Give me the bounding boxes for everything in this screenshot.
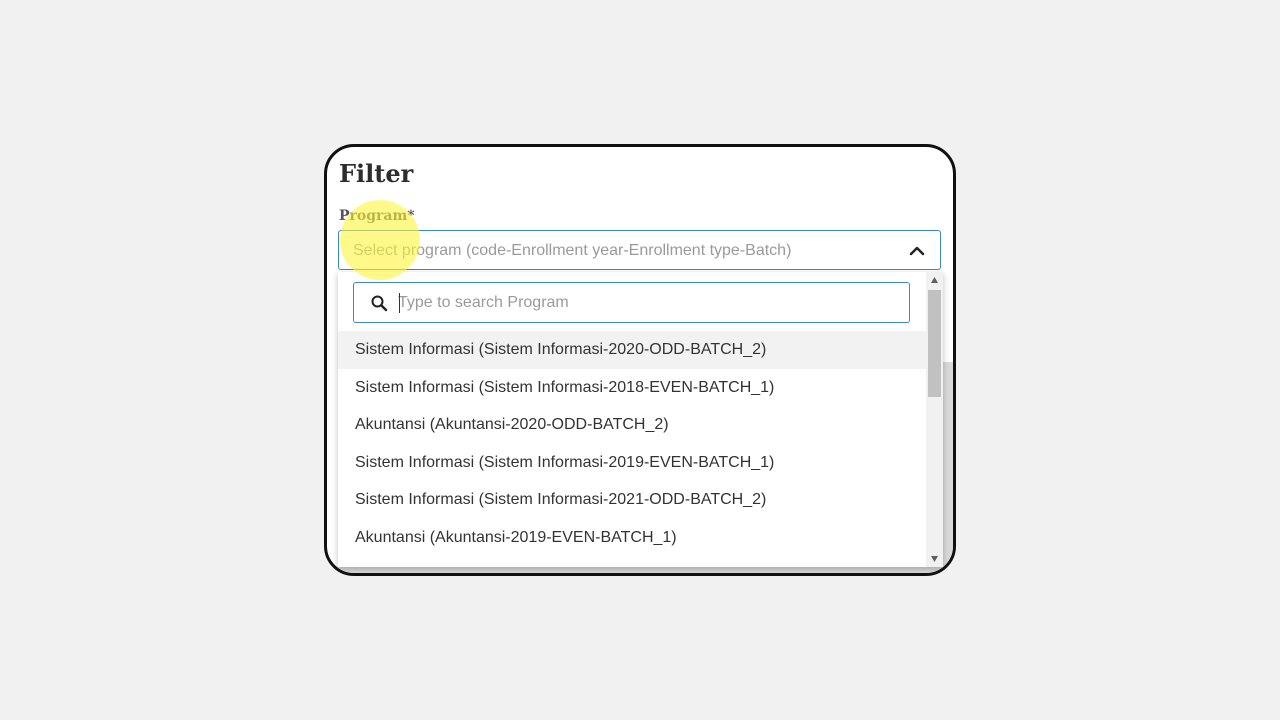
program-select-placeholder: Select program (code-Enrollment year-Enr… xyxy=(353,242,792,259)
triangle-up-icon[interactable] xyxy=(930,276,939,284)
triangle-down-icon[interactable] xyxy=(930,555,939,563)
program-option-list: Sistem Informasi (Sistem Informasi-2020-… xyxy=(338,331,926,556)
program-option[interactable]: Sistem Informasi (Sistem Informasi-2019-… xyxy=(338,444,926,482)
text-caret xyxy=(399,293,400,313)
search-icon xyxy=(371,295,388,312)
program-label: Program* xyxy=(339,208,415,224)
filter-title: Filter xyxy=(339,159,414,188)
filter-dialog: Filter Program* Select program (code-Enr… xyxy=(324,144,956,576)
program-select[interactable]: Select program (code-Enrollment year-Enr… xyxy=(338,230,941,270)
program-search-box[interactable] xyxy=(353,282,910,323)
program-option[interactable]: Akuntansi (Akuntansi-2020-ODD-BATCH_2) xyxy=(338,406,926,444)
program-option[interactable]: Sistem Informasi (Sistem Informasi-2020-… xyxy=(338,331,926,369)
dropdown-scrollbar[interactable] xyxy=(926,272,943,567)
program-search-input[interactable] xyxy=(398,291,888,315)
program-option[interactable]: Sistem Informasi (Sistem Informasi-2018-… xyxy=(338,369,926,407)
scrollbar-thumb[interactable] xyxy=(928,290,941,397)
chevron-up-icon[interactable] xyxy=(908,243,926,259)
program-option[interactable]: Akuntansi (Akuntansi-2019-EVEN-BATCH_1) xyxy=(338,519,926,557)
program-dropdown: Sistem Informasi (Sistem Informasi-2020-… xyxy=(338,272,943,567)
program-option[interactable]: Sistem Informasi (Sistem Informasi-2021-… xyxy=(338,481,926,519)
